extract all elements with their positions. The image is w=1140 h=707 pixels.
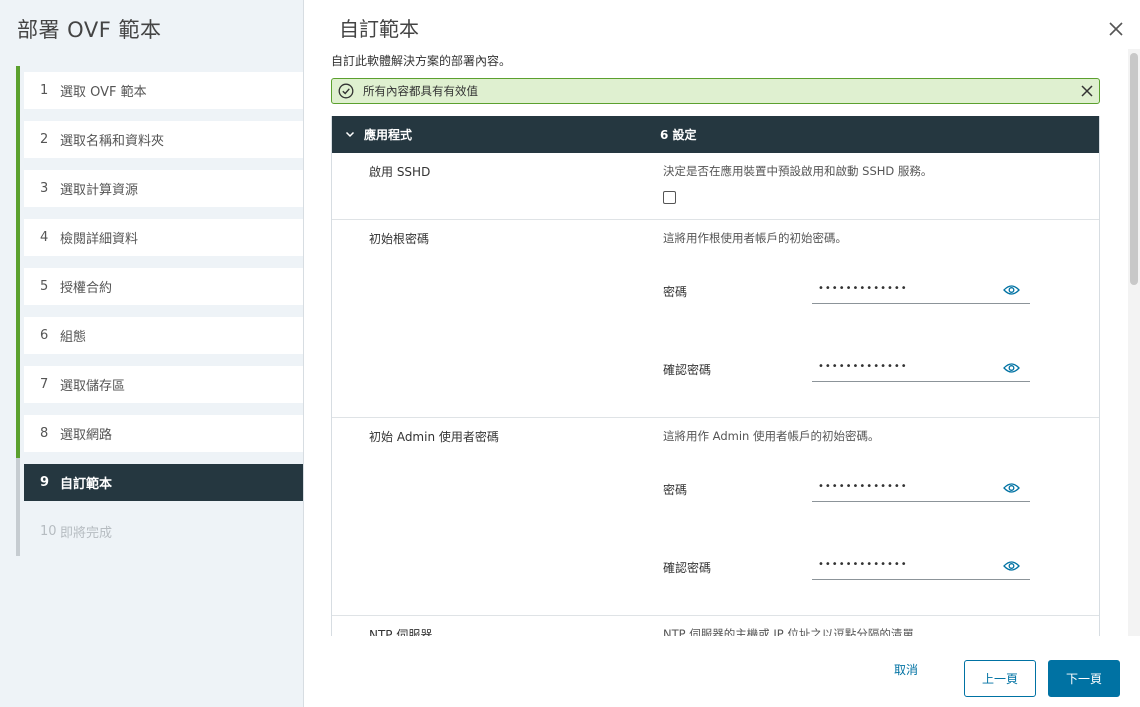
scrollbar[interactable]: [1128, 49, 1140, 636]
step-number: 2: [40, 132, 49, 147]
password-value: •••••••••••••: [818, 559, 908, 570]
group-label: 應用程式: [364, 128, 413, 142]
property-description: 決定是否在應用裝置中預設啟用和啟動 SSHD 服務。: [663, 164, 933, 178]
step-8[interactable]: 8 選取網路: [16, 409, 304, 458]
step-number: 8: [40, 426, 49, 441]
page-description: 自訂此軟體解決方案的部署內容。: [331, 54, 512, 68]
step-number: 5: [40, 279, 49, 294]
eye-icon[interactable]: [1003, 482, 1020, 494]
property-label: 初始根密碼: [369, 232, 430, 246]
step-1[interactable]: 1 選取 OVF 範本: [16, 66, 304, 115]
step-label: 選取計算資源: [60, 183, 139, 198]
deploy-ovf-wizard: 部署 OVF 範本 1 選取 OVF 範本 2 選取名稱和資料夾 3 選取計算資源 4…: [0, 0, 1140, 707]
chevron-down-icon[interactable]: [344, 128, 356, 140]
password-label: 密碼: [663, 285, 688, 299]
step-number: 10: [40, 524, 57, 539]
property-description: 這將用作 Admin 使用者帳戶的初始密碼。: [663, 429, 880, 443]
step-9-active[interactable]: 9 自訂範本: [16, 458, 304, 507]
eye-icon[interactable]: [1003, 560, 1020, 572]
password-value: •••••••••••••: [818, 481, 908, 492]
step-4[interactable]: 4 檢閱詳細資料: [16, 213, 304, 262]
step-number: 9: [40, 475, 50, 490]
step-6[interactable]: 6 組態: [16, 311, 304, 360]
table-row-ntp: NTP 伺服器 NTP 伺服器的主機或 IP 位址之以逗點分隔的清單: [332, 616, 1099, 636]
success-alert: 所有內容都具有有效值: [331, 78, 1100, 104]
step-5[interactable]: 5 授權合約: [16, 262, 304, 311]
root-password-input[interactable]: •••••••••••••: [812, 276, 1030, 304]
step-label: 選取網路: [60, 428, 113, 443]
step-number: 3: [40, 181, 49, 196]
scrollbar-thumb[interactable]: [1130, 53, 1138, 285]
step-7[interactable]: 7 選取儲存區: [16, 360, 304, 409]
close-icon[interactable]: [1106, 19, 1126, 39]
step-label: 授權合約: [60, 281, 113, 296]
wizard-sidebar: 部署 OVF 範本 1 選取 OVF 範本 2 選取名稱和資料夾 3 選取計算資源 4…: [0, 0, 304, 707]
confirm-password-label: 確認密碼: [663, 561, 712, 575]
main-panel: 自訂範本 自訂此軟體解決方案的部署內容。 所有內容都具有有效值 應用程式 6 設…: [304, 0, 1140, 707]
password-value: •••••••••••••: [818, 283, 908, 294]
step-number: 7: [40, 377, 49, 392]
step-label: 即將完成: [60, 526, 113, 541]
wizard-steps: 1 選取 OVF 範本 2 選取名稱和資料夾 3 選取計算資源 4 檢閱詳細資料 5 授權…: [16, 66, 304, 556]
cancel-button[interactable]: 取消: [894, 661, 918, 678]
confirm-password-label: 確認密碼: [663, 363, 712, 377]
eye-icon[interactable]: [1003, 362, 1020, 374]
step-label: 檢閱詳細資料: [60, 232, 139, 247]
property-description: NTP 伺服器的主機或 IP 位址之以逗點分隔的清單: [663, 627, 914, 636]
group-count: 6 設定: [660, 128, 697, 142]
root-confirm-password-input[interactable]: •••••••••••••: [812, 354, 1030, 382]
admin-password-input[interactable]: •••••••••••••: [812, 474, 1030, 502]
alert-text: 所有內容都具有有效值: [363, 84, 478, 98]
step-label: 選取名稱和資料夾: [60, 134, 165, 149]
admin-confirm-password-input[interactable]: •••••••••••••: [812, 552, 1030, 580]
step-number: 6: [40, 328, 49, 343]
wizard-footer: 取消 上一頁 下一頁: [304, 636, 1140, 707]
wizard-title: 部署 OVF 範本: [17, 18, 162, 42]
step-10: 10 即將完成: [16, 507, 304, 556]
password-value: •••••••••••••: [818, 361, 908, 372]
step-label: 組態: [60, 330, 87, 345]
eye-icon[interactable]: [1003, 284, 1020, 296]
check-circle-icon: [338, 83, 354, 99]
table-row-sshd: 啟用 SSHD 決定是否在應用裝置中預設啟用和啟動 SSHD 服務。: [332, 153, 1099, 220]
page-title: 自訂範本: [339, 17, 419, 41]
close-alert-icon[interactable]: [1080, 84, 1094, 98]
table-row-admin-password: 初始 Admin 使用者密碼 這將用作 Admin 使用者帳戶的初始密碼。 密碼…: [332, 418, 1099, 616]
step-2[interactable]: 2 選取名稱和資料夾: [16, 115, 304, 164]
properties-table: 應用程式 6 設定 啟用 SSHD 決定是否在應用裝置中預設啟用和啟動 SSHD…: [331, 116, 1100, 636]
next-button[interactable]: 下一頁: [1048, 660, 1120, 697]
step-3[interactable]: 3 選取計算資源: [16, 164, 304, 213]
password-label: 密碼: [663, 483, 688, 497]
step-label: 選取 OVF 範本: [60, 85, 147, 100]
step-label: 選取儲存區: [60, 379, 126, 394]
back-button[interactable]: 上一頁: [964, 660, 1036, 697]
property-label: 啟用 SSHD: [369, 165, 431, 179]
step-number: 1: [40, 83, 49, 98]
table-row-root-password: 初始根密碼 這將用作根使用者帳戶的初始密碼。 密碼 ••••••••••••• …: [332, 220, 1099, 418]
property-label: NTP 伺服器: [369, 628, 433, 636]
step-number: 4: [40, 230, 49, 245]
step-label: 自訂範本: [60, 477, 113, 492]
group-header[interactable]: 應用程式 6 設定: [332, 116, 1099, 153]
property-description: 這將用作根使用者帳戶的初始密碼。: [663, 231, 847, 245]
enable-sshd-checkbox[interactable]: [663, 191, 676, 204]
property-label: 初始 Admin 使用者密碼: [369, 430, 499, 444]
